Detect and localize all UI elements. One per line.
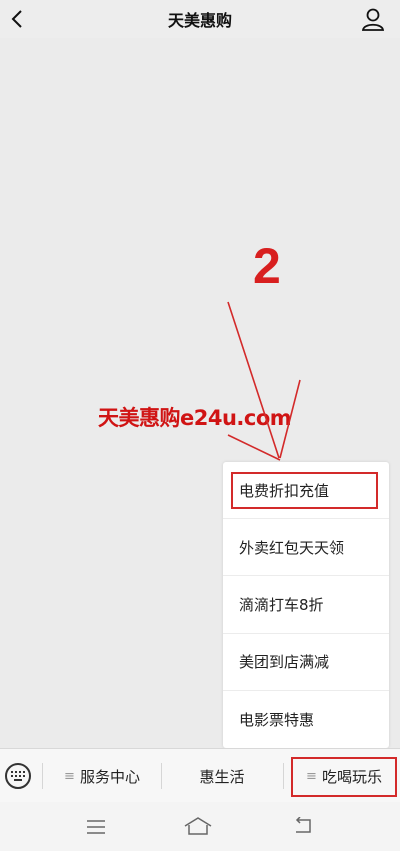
menu-icon[interactable] [86, 819, 106, 835]
menu-item-didi[interactable]: 滴滴打车8折 [223, 576, 389, 634]
home-icon[interactable] [184, 816, 212, 836]
system-navigation-bar [0, 802, 400, 851]
menu-item-label: 电费折扣充值 [239, 481, 330, 500]
watermark-text: 天美惠购e24u.com [98, 406, 292, 430]
menu-item-movie[interactable]: 电影票特惠 [223, 691, 389, 748]
chevron-left-icon[interactable] [4, 5, 32, 33]
menu-lines-icon: ≡ [64, 768, 75, 784]
menu-lines-icon: ≡ [306, 768, 317, 784]
menu-item-electricity[interactable]: 电费折扣充值 [223, 462, 389, 520]
tab-eat-drink-play[interactable]: ≡ 吃喝玩乐 [291, 749, 397, 803]
divider [161, 763, 162, 789]
menu-item-label: 滴滴打车8折 [239, 595, 324, 614]
header-bar: 天美惠购 [0, 0, 400, 38]
menu-item-label: 外卖红包天天领 [239, 538, 345, 557]
annotation-number-two: 2 [253, 238, 281, 294]
tab-service-center[interactable]: ≡ 服务中心 [46, 749, 158, 803]
menu-item-takeout[interactable]: 外卖红包天天领 [223, 519, 389, 577]
keyboard-icon[interactable] [5, 763, 31, 789]
menu-item-label: 美团到店满减 [239, 653, 330, 672]
divider [283, 763, 284, 789]
user-icon[interactable] [360, 6, 386, 32]
page-title: 天美惠购 [167, 11, 232, 30]
divider [42, 763, 43, 789]
tab-hui-life[interactable]: 惠生活 [164, 749, 280, 803]
tab-label: 吃喝玩乐 [321, 767, 382, 786]
tab-label: 惠生活 [199, 767, 245, 786]
bottom-menu-bar: ≡ 服务中心 惠生活 ≡ 吃喝玩乐 [0, 748, 400, 802]
popup-submenu: 电费折扣充值 外卖红包天天领 滴滴打车8折 美团到店满减 电影票特惠 [223, 462, 389, 748]
menu-item-label: 电影票特惠 [239, 710, 315, 729]
tab-label: 服务中心 [79, 767, 140, 786]
back-icon[interactable] [292, 817, 314, 835]
menu-item-meituan[interactable]: 美团到店满减 [223, 634, 389, 691]
